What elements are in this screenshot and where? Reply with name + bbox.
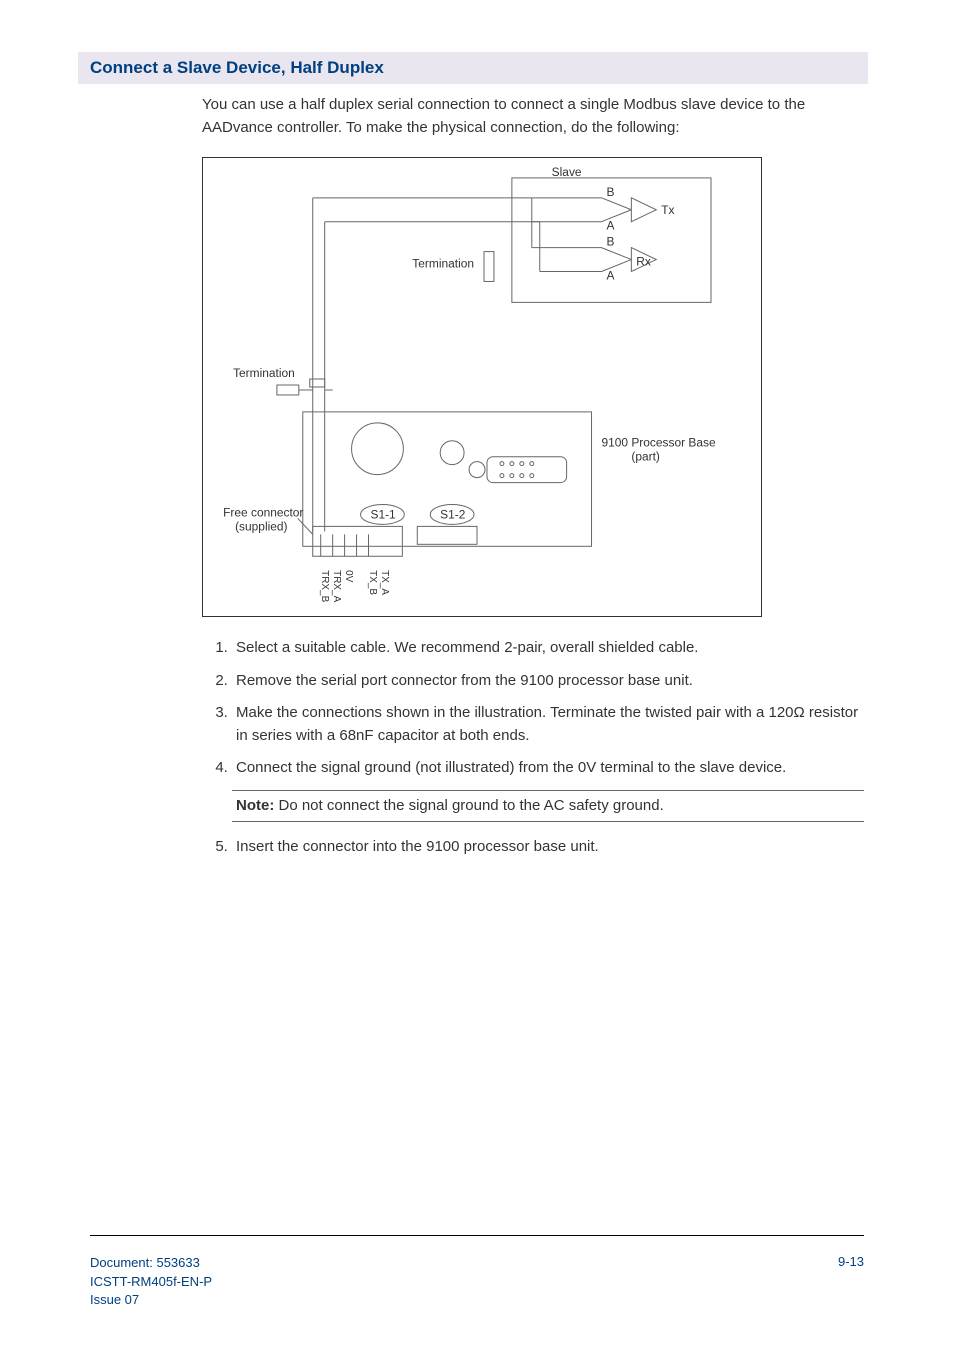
label-processor-base-part: (part) bbox=[631, 450, 660, 464]
wiring-diagram-svg: Slave Tx B A B A Rx Termination bbox=[203, 158, 761, 616]
note-text: Do not connect the signal ground to the … bbox=[274, 797, 663, 814]
label-termination-left: Termination bbox=[233, 366, 295, 380]
label-pin-tx-b: TX_B bbox=[367, 570, 378, 595]
label-slave: Slave bbox=[552, 165, 582, 179]
label-s1-1: S1-1 bbox=[370, 507, 396, 521]
step-4: Connect the signal ground (not illustrat… bbox=[232, 757, 864, 780]
intro-paragraph: You can use a half duplex serial connect… bbox=[202, 94, 864, 139]
label-rx: Rx bbox=[636, 255, 651, 269]
step-1: Select a suitable cable. We recommend 2-… bbox=[232, 637, 864, 660]
label-processor-base: 9100 Processor Base bbox=[601, 436, 715, 450]
label-termination-right: Termination bbox=[412, 257, 474, 271]
label-free-connector: Free connector bbox=[223, 505, 303, 519]
label-b2: B bbox=[606, 235, 614, 249]
note-label: Note: bbox=[236, 797, 274, 814]
label-b1: B bbox=[606, 185, 614, 199]
steps-list: Select a suitable cable. We recommend 2-… bbox=[202, 637, 864, 859]
footer-code: ICSTT-RM405f-EN-P bbox=[90, 1273, 212, 1291]
document-page: Connect a Slave Device, Half Duplex You … bbox=[0, 0, 954, 1349]
label-pin-trx-a: TRX_A bbox=[331, 570, 342, 602]
label-a2: A bbox=[606, 268, 614, 282]
wiring-diagram-figure: Slave Tx B A B A Rx Termination bbox=[202, 157, 762, 617]
label-pin-tx-a: TX_A bbox=[379, 570, 390, 595]
footer-issue: Issue 07 bbox=[90, 1291, 212, 1309]
step-5: Insert the connector into the 9100 proce… bbox=[232, 836, 864, 859]
label-tx: Tx bbox=[661, 203, 674, 217]
section-heading: Connect a Slave Device, Half Duplex bbox=[78, 52, 868, 84]
footer-rule bbox=[90, 1235, 864, 1236]
footer-page-number: 9-13 bbox=[838, 1254, 864, 1309]
label-free-connector-supplied: (supplied) bbox=[235, 519, 287, 533]
page-footer: Document: 553633 ICSTT-RM405f-EN-P Issue… bbox=[90, 1235, 864, 1309]
note-block: Note: Do not connect the signal ground t… bbox=[232, 790, 864, 823]
label-a1: A bbox=[606, 219, 614, 233]
label-s1-2: S1-2 bbox=[440, 507, 466, 521]
step-3: Make the connections shown in the illust… bbox=[232, 702, 864, 747]
footer-document: Document: 553633 bbox=[90, 1254, 212, 1272]
label-pin-trx-b: TRX_B bbox=[319, 570, 330, 602]
step-2: Remove the serial port connector from th… bbox=[232, 670, 864, 693]
label-pin-0v: 0V bbox=[343, 570, 354, 583]
